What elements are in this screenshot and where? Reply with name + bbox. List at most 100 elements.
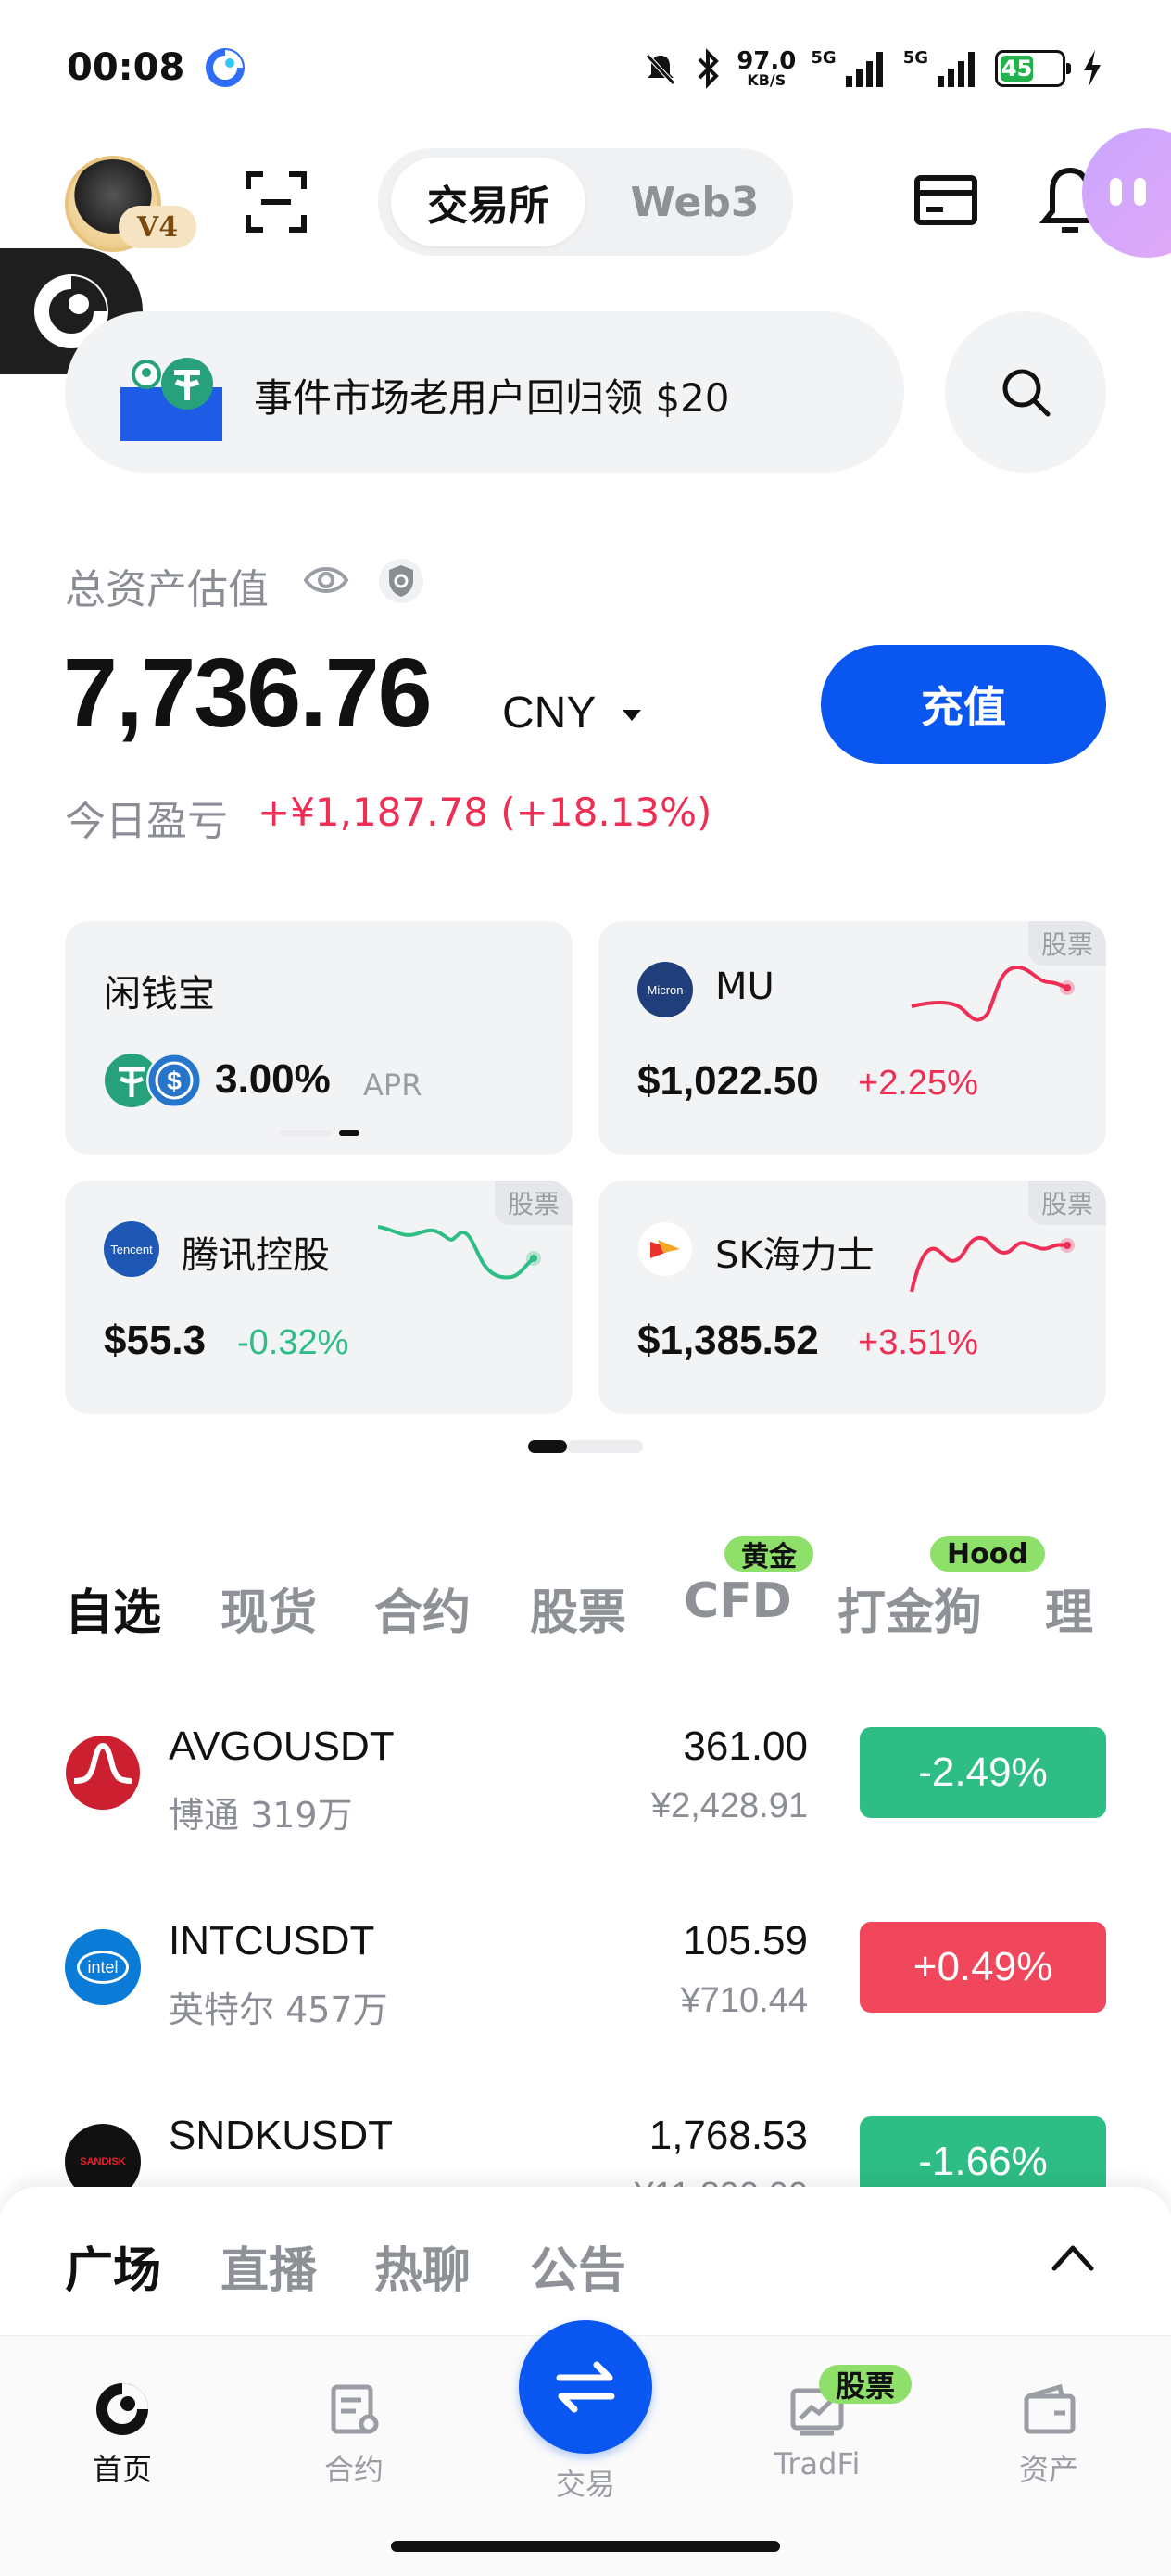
signal-icon-1 bbox=[845, 52, 883, 87]
tab-cfd[interactable]: CFD bbox=[684, 1573, 792, 1629]
chevron-up-icon[interactable] bbox=[1049, 2239, 1097, 2276]
swap-icon bbox=[556, 2361, 615, 2413]
total-assets-label: 总资产估值 bbox=[65, 566, 269, 613]
tile-name: 腾讯控股 bbox=[182, 1234, 330, 1277]
status-time: 00:08 bbox=[67, 46, 185, 89]
today-pnl-value: +¥1,187.78 (+18.13%) bbox=[258, 789, 712, 835]
tile-price: $1,022.50 bbox=[637, 1058, 819, 1104]
card-icon[interactable] bbox=[913, 172, 978, 228]
signal-label-2: 5G bbox=[902, 48, 928, 68]
nav-trade-label[interactable]: 交易 bbox=[519, 2461, 652, 2504]
tab-gold-dog[interactable]: 打金狗 bbox=[837, 1573, 982, 1643]
carousel-indicator-active bbox=[528, 1440, 567, 1453]
usdc-coin-icon: $ bbox=[146, 1053, 202, 1108]
charging-icon bbox=[1084, 50, 1101, 87]
nav-contract[interactable]: 合约 bbox=[280, 2380, 428, 2489]
intel-logo-icon: intel bbox=[65, 1929, 141, 2005]
network-speed-value: 97.0 bbox=[737, 47, 797, 75]
nav-label: 合约 bbox=[323, 2452, 384, 2487]
community-tab-live[interactable]: 直播 bbox=[220, 2231, 317, 2301]
row-price: 1,768.53 bbox=[648, 2113, 808, 2158]
nav-trade-button[interactable] bbox=[519, 2320, 652, 2454]
tile-mu[interactable]: 股票 Micron MU $1,022.50 +2.25% bbox=[598, 921, 1106, 1155]
tab-badge-gold: 黄金 bbox=[724, 1536, 813, 1573]
community-tab-square[interactable]: 广场 bbox=[65, 2231, 161, 2301]
community-tab-hot-chat[interactable]: 热聊 bbox=[374, 2231, 471, 2301]
row-subtitle: 博通 319万 bbox=[169, 1795, 353, 1836]
deposit-button[interactable]: 充值 bbox=[821, 645, 1106, 764]
eye-icon[interactable] bbox=[302, 562, 350, 599]
row-symbol: INTCUSDT bbox=[169, 1918, 375, 1964]
tab-spot[interactable]: 现货 bbox=[220, 1573, 317, 1643]
status-icons: 97.0 KB/S 5G 5G 45 bbox=[642, 43, 1104, 95]
micron-logo-icon: Micron bbox=[637, 962, 693, 1017]
tile-apr-value: 3.00% bbox=[215, 1056, 331, 1102]
gift-usdt-icon bbox=[120, 358, 222, 441]
tab-finance[interactable]: 理 bbox=[1045, 1573, 1093, 1643]
segment-exchange[interactable]: 交易所 bbox=[391, 158, 586, 246]
search-icon bbox=[1002, 369, 1051, 417]
table-row[interactable]: intel INTCUSDT 英特尔 457万 105.59 ¥710.44 +… bbox=[0, 1900, 1171, 2066]
row-change-badge[interactable]: +0.49% bbox=[860, 1922, 1106, 2013]
row-symbol: SNDKUSDT bbox=[169, 2113, 394, 2158]
sparkline-mu bbox=[911, 965, 1075, 1022]
row-change-badge[interactable]: -2.49% bbox=[860, 1727, 1106, 1818]
sparkline-sk-hynix bbox=[910, 1235, 1075, 1293]
tabs-fade-overlay bbox=[1099, 1547, 1171, 1649]
vip-level-badge: V4 bbox=[119, 206, 196, 248]
currency-selector[interactable]: CNY bbox=[502, 688, 596, 739]
svg-text:$: $ bbox=[167, 1067, 182, 1095]
tencent-logo-icon: Tencent bbox=[104, 1221, 159, 1277]
network-speed-unit: KB/S bbox=[747, 71, 787, 89]
ai-assistant-button[interactable] bbox=[1082, 128, 1171, 258]
nav-label: TradFi bbox=[774, 2446, 861, 2481]
tile-tencent[interactable]: 股票 Tencent 腾讯控股 $55.3 -0.32% bbox=[65, 1181, 573, 1414]
row-price: 361.00 bbox=[683, 1724, 808, 1769]
tile-name: SK海力士 bbox=[715, 1234, 875, 1277]
tile-price: $1,385.52 bbox=[637, 1318, 819, 1363]
tile-apr-suffix: APR bbox=[363, 1067, 422, 1103]
signal-icon-2 bbox=[938, 52, 975, 87]
tile-change: -0.32% bbox=[237, 1323, 349, 1362]
community-tab-announcements[interactable]: 公告 bbox=[530, 2231, 626, 2301]
promo-text: 事件市场老用户回归领 $20 bbox=[254, 375, 730, 421]
tab-futures[interactable]: 合约 bbox=[374, 1573, 471, 1643]
table-row[interactable]: AVGOUSDT 博通 319万 361.00 ¥2,428.91 -2.49% bbox=[0, 1705, 1171, 1872]
contract-icon bbox=[331, 2384, 379, 2434]
tab-stocks[interactable]: 股票 bbox=[530, 1573, 626, 1643]
total-assets-value: 7,736.76 bbox=[63, 638, 433, 748]
tile-change: +2.25% bbox=[858, 1064, 978, 1103]
row-symbol: AVGOUSDT bbox=[169, 1724, 395, 1769]
tile-sk-hynix[interactable]: 股票 SK海力士 $1,385.52 +3.51% bbox=[598, 1181, 1106, 1414]
tab-favorites[interactable]: 自选 bbox=[65, 1573, 161, 1643]
home-indicator bbox=[391, 2541, 780, 2552]
tile-price: $55.3 bbox=[104, 1318, 207, 1363]
nav-assets[interactable]: 资产 bbox=[975, 2380, 1123, 2489]
nav-home[interactable]: 首页 bbox=[48, 2380, 196, 2489]
scan-icon[interactable] bbox=[243, 169, 309, 235]
tile-page-dot bbox=[280, 1130, 332, 1136]
tile-change: +3.51% bbox=[858, 1323, 978, 1362]
shield-icon[interactable] bbox=[378, 556, 424, 606]
today-pnl-label: 今日盈亏 bbox=[65, 798, 228, 845]
battery-level: 45 bbox=[1001, 56, 1034, 82]
search-button[interactable] bbox=[945, 311, 1106, 473]
tile-page-dot-active bbox=[339, 1130, 359, 1136]
row-subtitle: 英特尔 457万 bbox=[169, 1989, 388, 2030]
nav-label: 首页 bbox=[92, 2452, 152, 2487]
segment-web3[interactable]: Web3 bbox=[611, 158, 778, 246]
row-price-cny: ¥710.44 bbox=[680, 1981, 808, 2020]
wallet-icon bbox=[1024, 2383, 1076, 2434]
signal-label-1: 5G bbox=[811, 48, 837, 68]
bluetooth-icon bbox=[698, 48, 720, 89]
broadcom-logo-icon bbox=[66, 1736, 140, 1810]
tile-name: 闲钱宝 bbox=[104, 973, 215, 1016]
app-notification-icon bbox=[206, 48, 245, 87]
caret-down-icon[interactable] bbox=[623, 710, 641, 721]
sparkline-tencent bbox=[377, 1225, 541, 1280]
battery-icon: 45 bbox=[995, 50, 1071, 87]
row-price: 105.59 bbox=[683, 1918, 808, 1964]
tile-idle-savings[interactable]: 闲钱宝 $ 3.00% APR bbox=[65, 921, 573, 1155]
nav-label: 资产 bbox=[1018, 2452, 1078, 2487]
tile-name: MU bbox=[715, 966, 774, 1008]
